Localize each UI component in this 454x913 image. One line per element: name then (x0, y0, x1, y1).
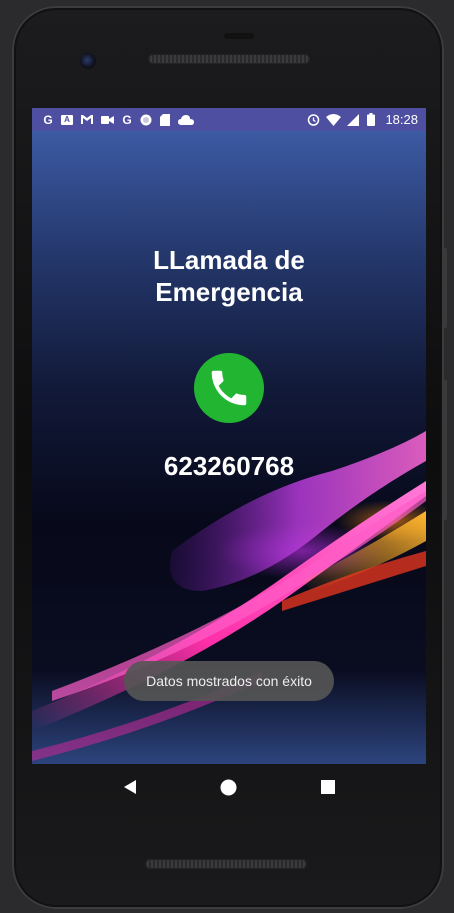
top-notch (224, 33, 254, 39)
back-triangle-icon (123, 780, 136, 794)
front-camera (80, 53, 96, 69)
emergency-phone-number: 623260768 (163, 451, 295, 481)
google-icon: G (122, 112, 132, 127)
status-bar: G A G 18:28 (32, 108, 426, 131)
bottom-speaker (145, 859, 307, 869)
home-circle-icon (220, 779, 237, 795)
power-button[interactable] (443, 248, 447, 328)
page-title: LLamada de Emergencia (32, 244, 426, 308)
app-content: LLamada de Emergencia 623260768 Datos mo… (32, 131, 426, 764)
title-line-1: LLamada de (153, 245, 305, 275)
record-icon (140, 113, 152, 127)
alarm-icon (307, 113, 320, 127)
wifi-icon (326, 113, 342, 127)
google-icon: G (43, 112, 53, 127)
notification-icons: G A G (32, 113, 194, 127)
signal-icon (347, 113, 360, 127)
navigation-bar (32, 764, 426, 810)
call-button[interactable] (194, 353, 264, 423)
system-icons: 18:28 (307, 112, 426, 127)
earpiece-speaker (148, 54, 310, 64)
phone-icon (211, 370, 247, 406)
text-a-icon: A (61, 114, 73, 125)
status-time: 18:28 (385, 112, 418, 127)
gmail-icon (80, 113, 94, 127)
volume-button[interactable] (443, 380, 447, 520)
home-button[interactable] (217, 775, 241, 799)
video-icon (101, 113, 114, 127)
cloud-icon (178, 113, 194, 127)
recents-square-icon (321, 780, 336, 794)
toast-message: Datos mostrados con éxito (124, 661, 334, 701)
battery-icon (365, 113, 377, 127)
recents-button[interactable] (316, 775, 340, 799)
title-line-2: Emergencia (155, 277, 303, 307)
screen: G A G 18:28 LLamada de Emergencia 623260… (32, 108, 426, 764)
sd-card-icon (159, 113, 171, 127)
back-button[interactable] (118, 775, 142, 799)
